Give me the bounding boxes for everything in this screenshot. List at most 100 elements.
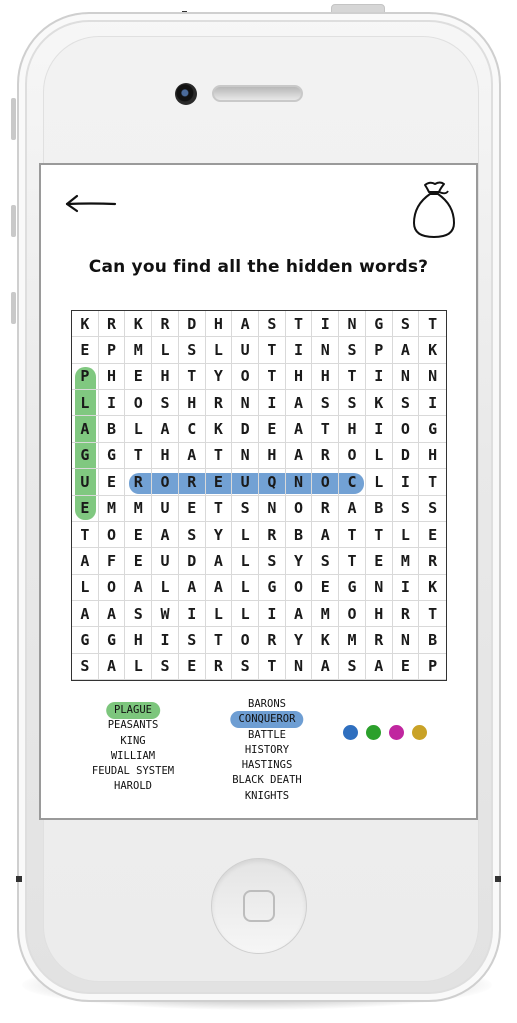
grid-cell[interactable]: A xyxy=(392,337,420,364)
grid-cell[interactable]: R xyxy=(178,469,206,496)
grid-cell[interactable]: R xyxy=(258,627,286,654)
grid-cell[interactable]: U xyxy=(72,469,99,496)
grid-cell[interactable]: L xyxy=(232,574,259,601)
grid-cell[interactable]: M xyxy=(125,495,153,522)
grid-cell[interactable]: P xyxy=(72,363,99,391)
grid-cell[interactable]: T xyxy=(258,337,286,364)
grid-cell[interactable]: A xyxy=(178,442,206,470)
home-button[interactable] xyxy=(211,858,307,954)
grid-cell[interactable]: M xyxy=(312,600,340,628)
grid-cell[interactable]: R xyxy=(312,442,340,470)
grid-cell[interactable]: O xyxy=(392,416,420,443)
grid-cell[interactable]: C xyxy=(178,416,206,443)
grid-cell[interactable]: R xyxy=(392,600,420,628)
grid-cell[interactable]: M xyxy=(339,627,366,654)
color-dot-gold[interactable] xyxy=(412,725,427,740)
grid-cell[interactable]: T xyxy=(125,442,153,470)
grid-cell[interactable]: L xyxy=(232,600,259,628)
grid-cell[interactable]: T xyxy=(205,495,233,522)
grid-cell[interactable]: T xyxy=(285,311,313,338)
grid-cell[interactable]: E xyxy=(419,522,446,549)
grid-cell[interactable]: S xyxy=(72,653,99,680)
grid-cell[interactable]: O xyxy=(232,627,259,654)
grid-cell[interactable]: E xyxy=(98,469,126,496)
grid-cell[interactable]: T xyxy=(339,363,366,391)
grid-cell[interactable]: K xyxy=(312,627,340,654)
grid-cell[interactable]: R xyxy=(205,653,233,680)
grid-cell[interactable]: T xyxy=(419,601,446,628)
grid-cell[interactable]: N xyxy=(285,469,313,496)
grid-cell[interactable]: G xyxy=(258,574,286,601)
grid-cell[interactable]: A xyxy=(72,416,99,443)
grid-cell[interactable]: I xyxy=(258,600,286,628)
grid-cell[interactable]: R xyxy=(98,311,126,338)
grid-cell[interactable]: O xyxy=(285,495,313,522)
grid-cell[interactable]: G xyxy=(72,627,99,654)
grid-cell[interactable]: A xyxy=(152,521,179,549)
grid-cell[interactable]: H xyxy=(365,600,393,628)
grid-cell[interactable]: A xyxy=(365,653,393,680)
grid-cell[interactable]: P xyxy=(98,337,126,364)
grid-cell[interactable]: G xyxy=(98,627,126,654)
grid-cell[interactable]: K xyxy=(419,337,446,364)
grid-cell[interactable]: T xyxy=(312,416,340,443)
grid-cell[interactable]: G xyxy=(72,442,99,470)
grid-cell[interactable]: H xyxy=(178,390,206,417)
grid-cell[interactable]: A xyxy=(312,521,340,549)
grid-cell[interactable]: E xyxy=(178,495,206,522)
grid-cell[interactable]: N xyxy=(339,311,366,338)
grid-cell[interactable]: D xyxy=(392,442,420,470)
grid-cell[interactable]: T xyxy=(419,469,446,496)
grid-cell[interactable]: B xyxy=(419,627,446,654)
grid-cell[interactable]: L xyxy=(125,653,153,680)
grid-cell[interactable]: O xyxy=(285,574,313,601)
grid-cell[interactable]: O xyxy=(232,363,259,391)
grid-cell[interactable]: A xyxy=(152,416,179,443)
grid-cell[interactable]: S xyxy=(178,627,206,654)
grid-cell[interactable]: O xyxy=(125,390,153,417)
grid-cell[interactable]: A xyxy=(285,416,313,443)
bag-button[interactable] xyxy=(406,179,462,243)
grid-cell[interactable]: S xyxy=(392,495,420,522)
grid-cell[interactable]: M xyxy=(125,337,153,364)
grid-cell[interactable]: E xyxy=(365,548,393,575)
grid-cell[interactable]: A xyxy=(285,390,313,417)
grid-cell[interactable]: S xyxy=(392,390,420,417)
grid-cell[interactable]: K xyxy=(72,311,99,338)
grid-cell[interactable]: N xyxy=(365,574,393,601)
grid-cell[interactable]: M xyxy=(392,548,420,575)
grid-cell[interactable]: H xyxy=(312,363,340,391)
grid-cell[interactable]: G xyxy=(339,574,366,601)
grid-cell[interactable]: T xyxy=(72,521,99,549)
grid-cell[interactable]: S xyxy=(125,600,153,628)
grid-cell[interactable]: S xyxy=(152,653,179,680)
grid-cell[interactable]: I xyxy=(312,311,340,338)
grid-cell[interactable]: P xyxy=(365,337,393,364)
grid-cell[interactable]: U xyxy=(232,337,259,364)
grid-cell[interactable]: Y xyxy=(285,627,313,654)
grid-cell[interactable]: R xyxy=(365,627,393,654)
grid-cell[interactable]: R xyxy=(205,390,233,417)
grid-cell[interactable]: P xyxy=(419,654,446,680)
back-button[interactable] xyxy=(63,189,119,219)
grid-cell[interactable]: D xyxy=(178,548,206,575)
grid-cell[interactable]: L xyxy=(365,469,393,496)
grid-cell[interactable]: G xyxy=(98,442,126,470)
grid-cell[interactable]: U xyxy=(152,548,179,575)
grid-cell[interactable]: L xyxy=(232,548,259,575)
grid-cell[interactable]: S xyxy=(392,311,420,338)
grid-cell[interactable]: L xyxy=(72,574,99,601)
grid-cell[interactable]: B xyxy=(365,495,393,522)
grid-cell[interactable]: S xyxy=(258,311,286,338)
grid-cell[interactable]: N xyxy=(312,337,340,364)
grid-cell[interactable]: I xyxy=(285,337,313,364)
grid-cell[interactable]: R xyxy=(152,311,179,338)
grid-cell[interactable]: N xyxy=(232,442,259,470)
grid-cell[interactable]: S xyxy=(419,496,446,522)
grid-cell[interactable]: H xyxy=(258,442,286,470)
grid-cell[interactable]: R xyxy=(258,521,286,549)
word-search-grid[interactable]: KRKRDHASTINGSTEPMLSLUTINSPAKPHEHTYOTHHTI… xyxy=(71,310,447,681)
grid-cell[interactable]: T xyxy=(178,363,206,391)
grid-cell[interactable]: E xyxy=(392,653,420,680)
grid-cell[interactable]: I xyxy=(392,469,420,496)
